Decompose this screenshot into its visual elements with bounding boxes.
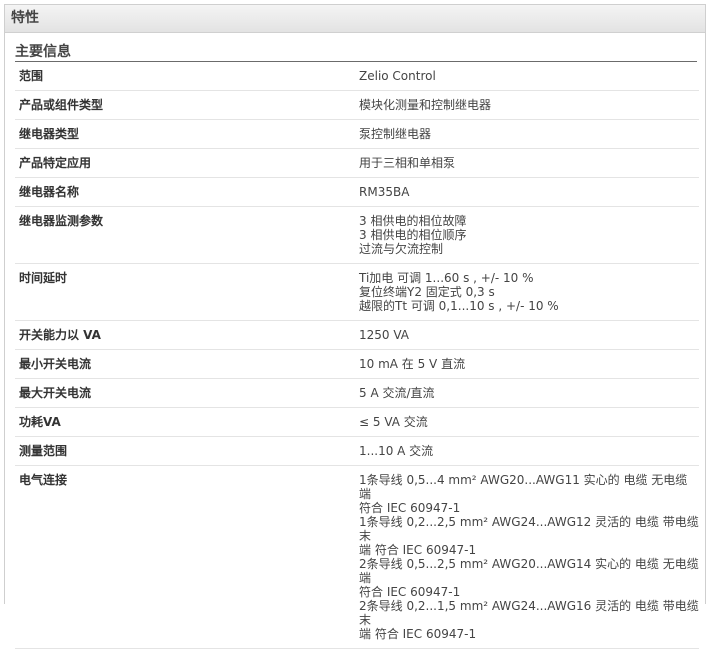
table-row: 继电器类型 泵控制继电器: [15, 119, 699, 149]
table-row: 继电器监测参数 3 相供电的相位故障 3 相供电的相位顺序 过流与欠流控制: [15, 206, 699, 264]
property-value: 模块化测量和控制继电器: [359, 90, 699, 120]
property-value: 用于三相和单相泵: [359, 148, 699, 178]
property-value-line: 过流与欠流控制: [359, 242, 444, 256]
property-value: Zelio Control: [359, 62, 699, 91]
property-label: 产品或组件类型: [15, 90, 359, 120]
table-row: 产品或组件类型 模块化测量和控制继电器: [15, 90, 699, 120]
property-value: ≤ 5 VA 交流: [359, 407, 699, 437]
property-value: 1...10 A 交流: [359, 436, 699, 466]
property-value: 1250 VA: [359, 320, 699, 350]
table-row: 最大开关电流 5 A 交流/直流: [15, 378, 699, 408]
property-label: 开关能力以 VA: [15, 320, 359, 350]
table-row: 开关能力以 VA 1250 VA: [15, 320, 699, 350]
properties-table-body: 范围 Zelio Control 产品或组件类型 模块化测量和控制继电器 继电器类型 泵控…: [15, 62, 699, 649]
property-value-line: 模块化测量和控制继电器: [359, 98, 492, 112]
property-value-line: 复位终端Y2 固定式 0,3 s: [359, 285, 495, 299]
property-value-line: 5 A 交流/直流: [359, 386, 435, 400]
section-title: 主要信息: [15, 44, 697, 62]
property-value: 3 相供电的相位故障 3 相供电的相位顺序 过流与欠流控制: [359, 206, 699, 264]
property-label: 继电器名称: [15, 177, 359, 207]
table-row: 最小开关电流 10 mA 在 5 V 直流: [15, 349, 699, 379]
property-value-line: ≤ 5 VA 交流: [359, 415, 428, 429]
property-value-line: 越限的Tt 可调 0,1...10 s , +/- 10 %: [359, 299, 559, 313]
property-value: 10 mA 在 5 V 直流: [359, 349, 699, 379]
property-value-line: Ti加电 可调 1...60 s , +/- 10 %: [359, 271, 534, 285]
property-value-line: 1条导线 0,2...2,5 mm² AWG24...AWG12 灵活的 电缆 …: [359, 515, 699, 543]
table-row: 时间延时 Ti加电 可调 1...60 s , +/- 10 % 复位终端Y2 固定…: [15, 263, 699, 321]
property-value-line: 用于三相和单相泵: [359, 156, 456, 170]
property-value-line: 泵控制继电器: [359, 127, 432, 141]
property-label: 范围: [15, 62, 359, 91]
property-value: 1条导线 0,5...4 mm² AWG20...AWG11 实心的 电缆 无电…: [359, 465, 699, 649]
properties-table: 范围 Zelio Control 产品或组件类型 模块化测量和控制继电器 继电器类型 泵控…: [15, 62, 699, 649]
property-value: RM35BA: [359, 177, 699, 207]
property-label: 测量范围: [15, 436, 359, 466]
property-value-line: 2条导线 0,5...2,5 mm² AWG20...AWG14 实心的 电缆 …: [359, 557, 699, 585]
property-value-line: 端 符合 IEC 60947-1: [359, 543, 477, 557]
property-value-line: 1250 VA: [359, 328, 410, 342]
property-value-line: 符合 IEC 60947-1: [359, 501, 461, 515]
property-label: 功耗VA: [15, 407, 359, 437]
property-label: 时间延时: [15, 263, 359, 321]
property-label: 产品特定应用: [15, 148, 359, 178]
property-label: 最小开关电流: [15, 349, 359, 379]
property-value-line: 10 mA 在 5 V 直流: [359, 357, 466, 371]
table-row: 功耗VA ≤ 5 VA 交流: [15, 407, 699, 437]
property-value: 泵控制继电器: [359, 119, 699, 149]
property-value-line: 符合 IEC 60947-1: [359, 585, 461, 599]
property-label: 最大开关电流: [15, 378, 359, 408]
property-value-line: Zelio Control: [359, 69, 436, 83]
property-value-line: RM35BA: [359, 185, 410, 199]
property-label: 继电器类型: [15, 119, 359, 149]
property-value: 5 A 交流/直流: [359, 378, 699, 408]
characteristics-panel: 特性 主要信息 范围 Zelio Control 产品或组件类型 模块化测量和控制继电…: [4, 4, 706, 649]
table-row: 继电器名称 RM35BA: [15, 177, 699, 207]
property-value-line: 端 符合 IEC 60947-1: [359, 627, 477, 641]
panel-title: 特性: [5, 5, 705, 33]
property-value-line: 3 相供电的相位故障: [359, 214, 467, 228]
property-value-line: 1...10 A 交流: [359, 444, 434, 458]
table-row: 电气连接 1条导线 0,5...4 mm² AWG20...AWG11 实心的 电…: [15, 465, 699, 649]
property-value: Ti加电 可调 1...60 s , +/- 10 % 复位终端Y2 固定式 0,…: [359, 263, 699, 321]
property-value-line: 1条导线 0,5...4 mm² AWG20...AWG11 实心的 电缆 无电…: [359, 473, 688, 501]
table-row: 产品特定应用 用于三相和单相泵: [15, 148, 699, 178]
table-row: 测量范围 1...10 A 交流: [15, 436, 699, 466]
property-value-line: 3 相供电的相位顺序: [359, 228, 467, 242]
table-row: 范围 Zelio Control: [15, 62, 699, 91]
property-label: 继电器监测参数: [15, 206, 359, 264]
property-value-line: 2条导线 0,2...1,5 mm² AWG24...AWG16 灵活的 电缆 …: [359, 599, 699, 627]
property-label: 电气连接: [15, 465, 359, 649]
